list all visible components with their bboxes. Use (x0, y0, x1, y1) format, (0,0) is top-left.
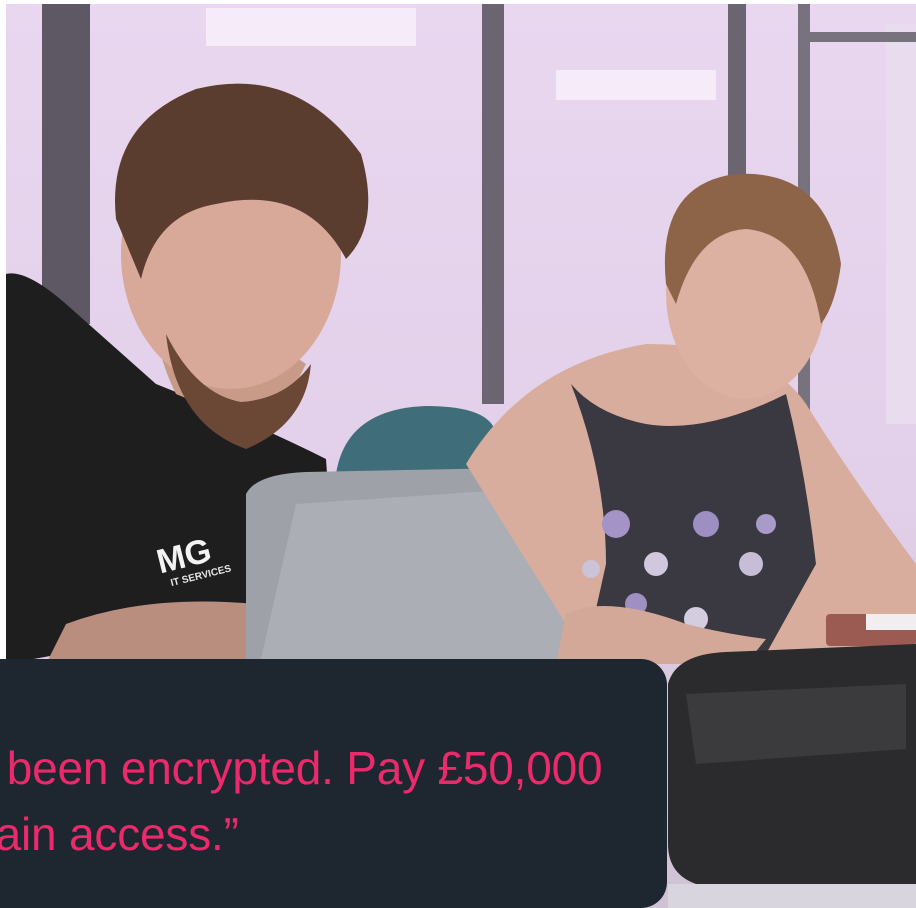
desk-phone (668, 644, 916, 884)
ceiling-light (206, 8, 416, 46)
ceiling-light (556, 70, 716, 100)
ransom-quote: “Your files have been encrypted. Pay £50… (0, 735, 622, 867)
notebook-pages (866, 614, 916, 630)
desk-surface (668, 884, 916, 908)
ransom-quote-line-1: “Your files have been encrypted. Pay £50… (0, 742, 603, 794)
ransom-quote-line-2: in Bitcoin to regain access.” (0, 808, 239, 860)
page: MG IT SERVICES been encrypted. Pay £50,0… (0, 0, 916, 908)
window-frame (42, 4, 90, 324)
ransom-quote-card: “Your files have been encrypted. Pay £50… (0, 659, 667, 908)
window-frame (798, 32, 916, 42)
window-frame (482, 4, 504, 404)
window-pane (886, 24, 916, 424)
